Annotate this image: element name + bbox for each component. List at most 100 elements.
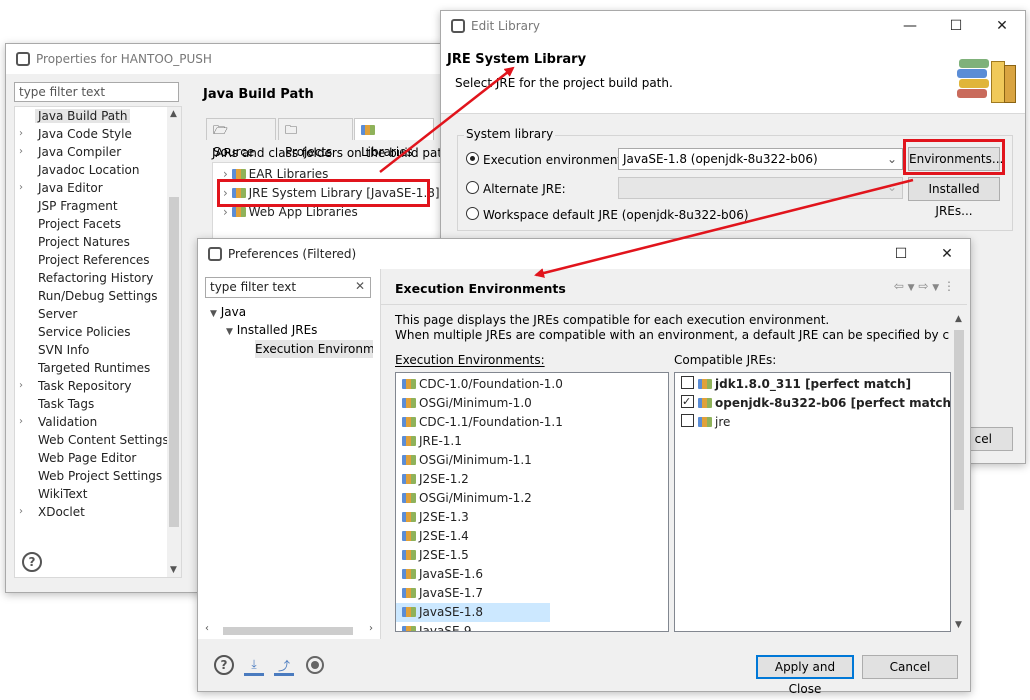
- properties-nav-item[interactable]: Project References: [15, 251, 153, 269]
- properties-nav-item[interactable]: Server: [15, 305, 80, 323]
- minimize-icon[interactable]: —: [887, 11, 933, 41]
- chevron-right-icon[interactable]: ›: [19, 125, 29, 143]
- nav-item-label: JSP Fragment: [38, 199, 118, 213]
- help-icon[interactable]: ?: [214, 655, 234, 675]
- compatible-jre-item[interactable]: jdk1.8.0_311 [perfect match]: [675, 375, 950, 394]
- preferences-filter-input[interactable]: type filter text ✕: [205, 277, 371, 298]
- checkbox-icon[interactable]: [681, 376, 694, 389]
- properties-nav-item[interactable]: Web Page Editor: [15, 449, 139, 467]
- page-heading: Execution Environments: [395, 281, 566, 296]
- maximize-icon[interactable]: ☐: [878, 239, 924, 269]
- tree-hscrollbar[interactable]: ‹ ›: [205, 623, 373, 637]
- maximize-icon[interactable]: ☐: [933, 11, 979, 41]
- chevron-right-icon[interactable]: ›: [19, 143, 29, 161]
- jre-icon: [402, 626, 416, 631]
- tab-source[interactable]: 🗁 Source: [206, 118, 276, 159]
- exec-env-select[interactable]: JavaSE-1.8 (openjdk-8u322-b06) ⌄: [618, 148, 903, 170]
- apply-and-close-button[interactable]: Apply and Close: [756, 655, 854, 696]
- chevron-right-icon[interactable]: ›: [19, 179, 29, 197]
- checkbox-icon[interactable]: [681, 414, 694, 427]
- environment-item[interactable]: CDC-1.1/Foundation-1.1: [396, 413, 668, 432]
- properties-nav-item[interactable]: › Java Editor: [15, 179, 106, 197]
- environment-item[interactable]: CDC-1.0/Foundation-1.0: [396, 375, 668, 394]
- properties-nav-item[interactable]: Service Policies: [15, 323, 134, 341]
- properties-nav-item[interactable]: WikiText: [15, 485, 91, 503]
- environment-item[interactable]: J2SE-1.3: [396, 508, 668, 527]
- scroll-down-icon[interactable]: ▼: [955, 620, 962, 630]
- compatible-jre-item[interactable]: openjdk-8u322-b06 [perfect match]: [675, 392, 950, 413]
- environment-item[interactable]: OSGi/Minimum-1.0: [396, 394, 668, 413]
- workspace-default-radio[interactable]: Workspace default JRE (openjdk-8u322-b06…: [466, 207, 749, 222]
- environment-item[interactable]: OSGi/Minimum-1.2: [396, 489, 668, 508]
- tree-item-java[interactable]: ▼ Java: [210, 305, 246, 319]
- scroll-up-icon[interactable]: ▲: [955, 314, 962, 324]
- environment-item[interactable]: J2SE-1.2: [396, 470, 668, 489]
- content-scroll-thumb[interactable]: [954, 330, 964, 510]
- chevron-right-icon[interactable]: ›: [19, 503, 29, 521]
- properties-nav-item[interactable]: Run/Debug Settings: [15, 287, 161, 305]
- environment-item[interactable]: J2SE-1.4: [396, 527, 668, 546]
- tree-hscroll-thumb[interactable]: [223, 627, 353, 635]
- help-icon[interactable]: ?: [22, 552, 42, 572]
- scroll-down-icon[interactable]: ▼: [170, 565, 177, 575]
- installed-jres-button[interactable]: Installed JREs...: [908, 177, 1000, 218]
- properties-filter-input[interactable]: type filter text: [14, 82, 179, 102]
- close-icon[interactable]: ✕: [924, 239, 970, 269]
- properties-nav-item[interactable]: Project Facets: [15, 215, 124, 233]
- properties-nav-item[interactable]: Javadoc Location: [15, 161, 142, 179]
- properties-nav-item[interactable]: Web Content Settings: [15, 431, 172, 449]
- environment-item[interactable]: J2SE-1.5: [396, 546, 668, 565]
- close-icon[interactable]: ✕: [979, 11, 1025, 41]
- environment-item[interactable]: JavaSE-1.7: [396, 584, 668, 603]
- chevron-right-icon[interactable]: ›: [19, 377, 29, 395]
- scroll-up-icon[interactable]: ▲: [170, 109, 177, 119]
- cancel-button[interactable]: Cancel: [862, 655, 958, 679]
- nav-scroll-thumb[interactable]: [169, 197, 179, 527]
- tree-item-execution-environments[interactable]: Execution Environme: [255, 340, 373, 358]
- tab-libraries[interactable]: Libraries: [354, 118, 434, 159]
- edit-library-title: Edit Library: [471, 19, 541, 33]
- environment-item[interactable]: JavaSE-9: [396, 622, 668, 631]
- properties-nav-item[interactable]: › Java Compiler: [15, 143, 124, 161]
- alternate-jre-select[interactable]: ⌄: [618, 177, 903, 199]
- environment-item[interactable]: JRE-1.1: [396, 432, 668, 451]
- properties-nav-item[interactable]: Web Project Settings: [15, 467, 165, 485]
- properties-nav-item[interactable]: Targeted Runtimes: [15, 359, 153, 377]
- nav-item-label: Run/Debug Settings: [38, 289, 158, 303]
- content-scrollbar[interactable]: ▲ ▼: [951, 312, 967, 632]
- tree-item-installed-jres[interactable]: ▼ Installed JREs: [226, 323, 317, 337]
- back-icon[interactable]: ⇦: [894, 279, 904, 293]
- properties-nav-item[interactable]: Refactoring History: [15, 269, 156, 287]
- checkbox-checked-icon[interactable]: [681, 392, 694, 411]
- tab-projects[interactable]: 🗀 Projects: [278, 118, 353, 159]
- jre-icon: [402, 379, 416, 389]
- properties-nav-item[interactable]: Project Natures: [15, 233, 133, 251]
- properties-nav-item[interactable]: Task Tags: [15, 395, 97, 413]
- properties-nav-item[interactable]: Java Build Path: [15, 107, 131, 125]
- forward-icon[interactable]: ⇨: [918, 279, 928, 293]
- jre-icon: [402, 398, 416, 408]
- chevron-down-icon[interactable]: ▼: [932, 283, 939, 293]
- properties-nav-item[interactable]: › Task Repository: [15, 377, 135, 395]
- stop-icon[interactable]: [306, 656, 324, 674]
- clear-icon[interactable]: ✕: [355, 279, 365, 293]
- compatible-jre-item[interactable]: jre: [675, 413, 950, 432]
- environment-item[interactable]: OSGi/Minimum-1.1: [396, 451, 668, 470]
- alternate-jre-radio[interactable]: Alternate JRE:: [466, 181, 566, 196]
- chevron-right-icon[interactable]: ›: [19, 413, 29, 431]
- export-icon[interactable]: ⤴: [274, 657, 294, 676]
- import-icon[interactable]: ⤓: [244, 657, 264, 676]
- properties-nav-item[interactable]: › Java Code Style: [15, 125, 135, 143]
- scroll-right-icon[interactable]: ›: [369, 623, 373, 634]
- properties-nav-item[interactable]: › XDoclet: [15, 503, 88, 521]
- properties-nav-item[interactable]: SVN Info: [15, 341, 92, 359]
- exec-env-radio[interactable]: Execution environment:: [466, 152, 626, 167]
- scroll-left-icon[interactable]: ‹: [205, 623, 209, 634]
- properties-nav-item[interactable]: › Validation: [15, 413, 100, 431]
- properties-nav-item[interactable]: JSP Fragment: [15, 197, 121, 215]
- nav-scrollbar[interactable]: ▲ ▼: [167, 107, 181, 577]
- more-menu-icon[interactable]: ⋮: [943, 279, 955, 293]
- environment-item[interactable]: JavaSE-1.6: [396, 565, 668, 584]
- environment-item[interactable]: JavaSE-1.8: [396, 603, 550, 622]
- chevron-down-icon[interactable]: ▼: [908, 283, 915, 293]
